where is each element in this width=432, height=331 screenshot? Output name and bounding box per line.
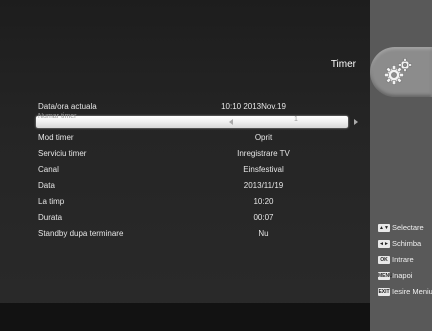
menu-key-icon: MENU [378,272,393,281]
setting-value: Oprit [254,133,273,142]
setting-label: Data [38,181,55,190]
setting-value: Nu [258,229,269,238]
up-down-key-icon: ▲▼ [378,224,390,233]
help-select: ▲▼ Selectare [378,222,432,234]
help-exit: EXIT Iesire Meniu [378,286,432,298]
timer-number-value: 1 [294,116,298,123]
current-time-value: 10:10 2013Nov.19 [221,102,286,111]
current-time-row: Data/ora actuala 10:10 2013Nov.19 [36,100,348,114]
arrow-left-icon[interactable] [229,119,233,125]
setting-value: 2013/11/19 [243,181,284,190]
gears-icon [381,55,415,89]
setting-row-start-time[interactable]: La timp 10:20 [36,195,348,209]
help-label: Schimba [392,239,422,248]
left-right-key-icon: ◄► [378,240,390,249]
help-label: Inapoi [392,271,413,280]
timer-number-row[interactable]: Numar timer 1 [36,113,358,128]
header-band [0,47,370,97]
help-label: Iesire Meniu [392,287,432,296]
help-enter: OK Intrare [378,254,432,266]
exit-key-icon: EXIT [378,288,390,297]
setting-value: 00:07 [253,213,274,222]
setting-label: Serviciu timer [38,149,87,158]
page-title: Timer [330,59,356,70]
setting-row-timer-service[interactable]: Serviciu timer Inregistrare TV [36,147,348,161]
setting-row-channel[interactable]: Canal Einsfestival [36,163,348,177]
setting-label: Canal [38,165,59,174]
setting-value: Einsfestival [243,165,284,174]
setting-row-date[interactable]: Data 2013/11/19 [36,179,348,193]
setting-label: Durata [38,213,63,222]
bottom-bar [0,303,370,331]
setting-row-duration[interactable]: Durata 00:07 [36,211,348,225]
setting-label: Mod timer [38,133,74,142]
help-label: Intrare [392,255,414,264]
setting-label: Standby dupa terminare [38,229,124,238]
setting-row-timer-mode[interactable]: Mod timer Oprit [36,131,348,145]
setting-value: 10:20 [253,197,274,206]
timer-number-label: Numar timer [38,113,77,120]
help-back: MENUInapoi [378,270,432,282]
setting-label: La timp [38,197,65,206]
setting-value: Inregistrare TV [237,149,290,158]
arrow-right-icon[interactable] [354,119,358,125]
setting-row-standby[interactable]: Standby dupa terminare Nu [36,227,348,241]
current-time-label: Data/ora actuala [38,102,97,111]
ok-key-icon: OK [378,256,390,265]
help-label: Selectare [392,223,424,232]
help-change: ◄► Schimba [378,238,432,250]
